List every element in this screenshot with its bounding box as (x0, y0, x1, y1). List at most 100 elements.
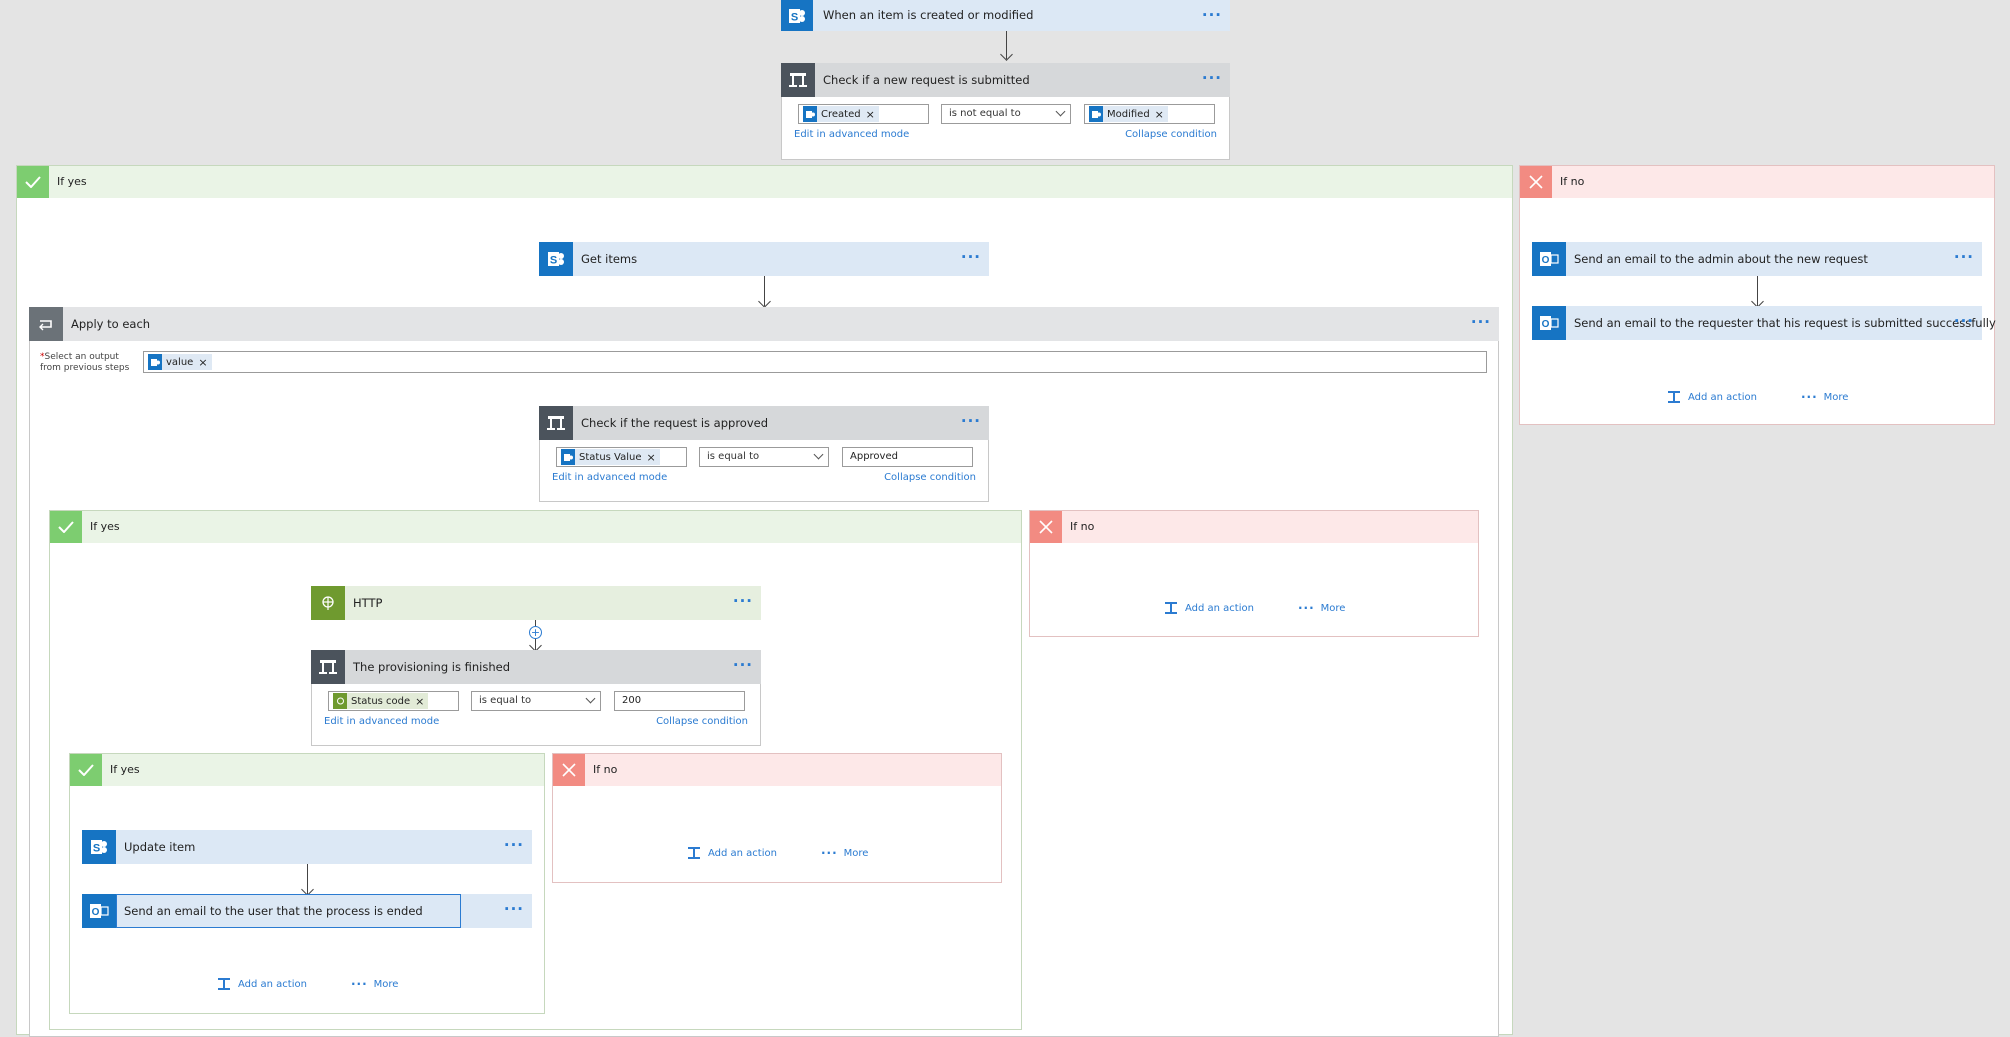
add-action-button[interactable]: Add an action (686, 846, 777, 860)
remove-token-icon[interactable]: × (198, 356, 207, 369)
collapse-condition-link[interactable]: Collapse condition (1125, 129, 1217, 140)
right-value-field[interactable]: 200 (614, 691, 745, 711)
right-operand-field[interactable]: Modified × (1084, 104, 1215, 124)
operator-select[interactable]: is not equal to (941, 104, 1071, 124)
globe-icon (333, 693, 347, 709)
check-icon (70, 754, 102, 786)
more-button[interactable]: ··· More (351, 977, 398, 991)
created-token[interactable]: Created × (803, 106, 879, 122)
add-action-icon (1668, 391, 1680, 403)
sharepoint-icon: S (539, 242, 573, 276)
add-action-icon (688, 847, 700, 859)
operator-value: is equal to (479, 695, 532, 706)
label-line2: from previous steps (40, 363, 130, 373)
check-new-request-more-button[interactable]: ··· (1202, 63, 1222, 97)
sharepoint-icon (1089, 106, 1103, 122)
close-icon (1030, 511, 1062, 543)
add-step-plus-icon[interactable]: + (529, 626, 542, 639)
check-icon (17, 166, 49, 198)
get-items-card[interactable]: S Get items ··· (539, 242, 989, 276)
condition-icon (781, 63, 815, 97)
sharepoint-icon (803, 106, 817, 122)
email-admin-more-button[interactable]: ··· (1954, 242, 1974, 276)
email-user-more-button[interactable]: ··· (504, 894, 524, 928)
email-admin-title: Send an email to the admin about the new… (1574, 252, 1868, 266)
left-operand-field[interactable]: Status Value × (556, 447, 687, 467)
apply-to-each-header[interactable]: Apply to each ··· (29, 307, 1499, 341)
left-operand-field[interactable]: Created × (798, 104, 929, 124)
trigger-more-button[interactable]: ··· (1202, 0, 1222, 31)
edit-advanced-link[interactable]: Edit in advanced mode (324, 716, 439, 727)
right-value: Approved (850, 451, 898, 462)
add-action-button[interactable]: Add an action (1666, 390, 1757, 404)
update-item-more-button[interactable]: ··· (504, 830, 524, 864)
sharepoint-icon (561, 449, 575, 465)
outlook-icon: O (1532, 242, 1566, 276)
outlook-icon: O (1532, 306, 1566, 340)
check-new-request-header[interactable]: Check if a new request is submitted ··· (781, 63, 1230, 97)
more-dots-icon: ··· (820, 846, 838, 860)
remove-token-icon[interactable]: × (415, 695, 424, 708)
more-button[interactable]: ··· More (1801, 390, 1848, 404)
remove-token-icon[interactable]: × (647, 451, 656, 464)
collapse-condition-link[interactable]: Collapse condition (884, 472, 976, 483)
provisioning-more-button[interactable]: ··· (733, 650, 753, 684)
add-action-button[interactable]: Add an action (1163, 601, 1254, 615)
select-output-label: *Select an output from previous steps (40, 352, 129, 374)
email-requester-more-button[interactable]: ··· (1954, 306, 1974, 340)
outlook-icon: O (82, 894, 116, 928)
connector-arrow (1000, 48, 1013, 61)
add-action-icon (1165, 602, 1177, 614)
branch-label: If no (1560, 175, 1585, 188)
status-code-token[interactable]: Status code × (333, 693, 429, 709)
operator-value: is equal to (707, 451, 760, 462)
more-label: More (1320, 602, 1346, 614)
sharepoint-icon (148, 354, 162, 370)
apply-to-each-more-button[interactable]: ··· (1471, 307, 1491, 341)
more-dots-icon: ··· (1800, 390, 1818, 404)
trigger-title: When an item is created or modified (823, 8, 1034, 22)
email-requester-card[interactable]: O Send an email to the requester that hi… (1532, 306, 1996, 340)
add-action-label: Add an action (708, 847, 777, 859)
add-action-label: Add an action (1688, 391, 1757, 403)
update-item-card[interactable]: S Update item ··· (82, 830, 532, 864)
condition-icon (539, 406, 573, 440)
operator-select[interactable]: is equal to (471, 691, 601, 711)
branch-label: If no (1070, 520, 1095, 533)
provisioning-if-no-branch: If no (552, 753, 1002, 883)
more-button[interactable]: ··· More (821, 846, 868, 860)
http-card[interactable]: HTTP ··· (311, 586, 761, 620)
get-items-more-button[interactable]: ··· (961, 242, 981, 276)
provisioning-title: The provisioning is finished (353, 660, 511, 674)
value-token[interactable]: value × (148, 354, 212, 370)
right-value-field[interactable]: Approved (842, 447, 973, 467)
remove-token-icon[interactable]: × (866, 108, 875, 121)
svg-text:O: O (92, 907, 100, 918)
check-approved-header[interactable]: Check if the request is approved ··· (539, 406, 989, 440)
modified-token[interactable]: Modified × (1089, 106, 1168, 122)
loop-icon (29, 307, 63, 341)
email-user-card[interactable]: O Send an email to the user that the pro… (82, 894, 532, 928)
check-approved-title: Check if the request is approved (581, 416, 769, 430)
trigger-card[interactable]: S When an item is created or modified ··… (781, 0, 1230, 31)
status-value-token[interactable]: Status Value × (561, 449, 660, 465)
edit-advanced-link[interactable]: Edit in advanced mode (552, 472, 667, 483)
check-approved-more-button[interactable]: ··· (961, 406, 981, 440)
provisioning-header[interactable]: The provisioning is finished ··· (311, 650, 761, 684)
email-admin-card[interactable]: O Send an email to the admin about the n… (1532, 242, 1982, 276)
add-action-button[interactable]: Add an action (216, 977, 307, 991)
token-label: value (166, 356, 194, 368)
more-button[interactable]: ··· More (1298, 601, 1345, 615)
http-more-button[interactable]: ··· (733, 586, 753, 620)
svg-text:O: O (1542, 255, 1550, 266)
operator-select[interactable]: is equal to (699, 447, 829, 467)
approved-if-no-branch: If no (1029, 510, 1479, 637)
left-operand-field[interactable]: Status code × (328, 691, 459, 711)
edit-advanced-link[interactable]: Edit in advanced mode (794, 129, 909, 140)
right-value: 200 (622, 695, 642, 706)
close-icon (1520, 166, 1552, 198)
select-output-field[interactable]: value × (143, 351, 1487, 373)
remove-token-icon[interactable]: × (1155, 108, 1164, 121)
apply-to-each-title: Apply to each (71, 317, 151, 331)
collapse-condition-link[interactable]: Collapse condition (656, 716, 748, 727)
